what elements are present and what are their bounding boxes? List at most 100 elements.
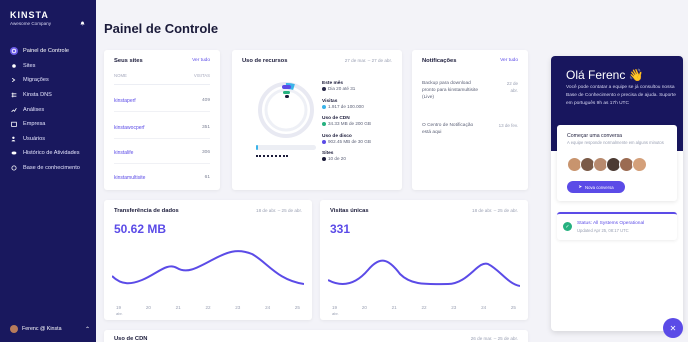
res-value: 34.33 MB de 200 GB bbox=[328, 121, 371, 126]
tick-label: 25 bbox=[510, 305, 516, 310]
tick-label: 22 bbox=[205, 305, 211, 310]
date-range: 26 de mar. – 25 de abr. bbox=[470, 336, 518, 341]
notification-item[interactable]: Backup para download pronto para kinstam… bbox=[422, 80, 518, 101]
table-row[interactable]: kinstamultisite 61 bbox=[114, 175, 210, 188]
brand-logo[interactable]: KINSTA bbox=[10, 10, 49, 20]
sidebar-item-label: Migrações bbox=[23, 77, 49, 84]
notifications-card: Notificações Ver tudo Backup para downlo… bbox=[412, 50, 528, 190]
site-name-link[interactable]: kinstawocperf bbox=[114, 125, 145, 131]
card-title: Visitas únicas bbox=[330, 208, 369, 214]
cdn-card: Uso de CDN 26 de mar. – 25 de abr. bbox=[104, 330, 528, 342]
card-title: Seus sites bbox=[114, 58, 143, 64]
res-value: Dia 20 até 31 bbox=[328, 86, 356, 91]
company-icon bbox=[10, 120, 18, 128]
sidebar-item-label: Histórico de Atividades bbox=[23, 150, 80, 157]
tick-label: 23 bbox=[451, 305, 457, 310]
notification-item[interactable]: O Centro de Notificação está aqui 13 de … bbox=[422, 122, 518, 136]
card-title: Transferência de dados bbox=[114, 208, 179, 214]
sidebar-item-label: Empresa bbox=[23, 121, 46, 128]
migrations-icon bbox=[10, 76, 18, 84]
table-row[interactable]: kinstawocperf 351 bbox=[114, 125, 210, 139]
resources-card: Uso de recursos 27 de mar. – 27 de abr. … bbox=[232, 50, 402, 190]
tick-label: 24 bbox=[265, 305, 271, 310]
site-visits: 61 bbox=[204, 175, 210, 180]
tick-label: 19 bbox=[332, 305, 338, 310]
avatar bbox=[10, 325, 18, 333]
sidebar-item-label: Painel de Controle bbox=[23, 48, 70, 55]
sidebar-item-analytics[interactable]: Análises bbox=[6, 102, 92, 117]
tick-label: 20 bbox=[145, 305, 151, 310]
site-visits: 409 bbox=[201, 98, 210, 103]
visits-value: 331 bbox=[330, 222, 351, 236]
send-icon: ➤ bbox=[578, 184, 582, 189]
visits-line-chart bbox=[328, 259, 520, 287]
sidebar-item-activity[interactable]: Histórico de Atividades bbox=[6, 146, 92, 161]
res-disk: Uso de disco 902.45 MB de 30 GB bbox=[322, 134, 371, 144]
site-name-link[interactable]: kinstaperf bbox=[114, 98, 136, 104]
chat-greeting: Olá Ferenc 👋 bbox=[566, 68, 644, 82]
analytics-icon bbox=[10, 106, 18, 114]
sidebar-item-users[interactable]: Usuários bbox=[6, 132, 92, 147]
transfer-card: Transferência de dados 18 de abr. – 25 d… bbox=[104, 200, 312, 320]
res-visits: Visitas 1.917 de 100.000 bbox=[322, 99, 364, 109]
x-axis: 19 20 21 22 23 24 25 bbox=[332, 305, 516, 310]
table-row[interactable]: kinstaperf 409 bbox=[114, 98, 210, 112]
x-axis: 19 20 21 22 23 24 25 bbox=[116, 305, 300, 310]
button-label: Nova conversa bbox=[584, 184, 614, 190]
site-name-link[interactable]: kinstamultisite bbox=[114, 175, 145, 181]
sites-view-all-link[interactable]: Ver tudo bbox=[192, 58, 210, 63]
page-title: Painel de Controle bbox=[104, 21, 219, 36]
sidebar-item-dashboard[interactable]: Painel de Controle bbox=[6, 44, 92, 59]
sidebar-item-sites[interactable]: Sites bbox=[6, 59, 92, 74]
notification-text: Backup para download pronto para kinstam… bbox=[422, 81, 478, 100]
transfer-value: 50.62 MB bbox=[114, 222, 167, 236]
chat-intro: Você pode contatar a equipe se já consul… bbox=[566, 85, 676, 106]
check-icon: ✓ bbox=[563, 222, 572, 231]
sidebar-item-company[interactable]: Empresa bbox=[6, 117, 92, 132]
card-title: Uso de recursos bbox=[242, 58, 288, 64]
tick-label: 25 bbox=[294, 305, 300, 310]
new-conversation-button[interactable]: ➤ Nova conversa bbox=[567, 181, 625, 193]
company-name[interactable]: Awesome Company bbox=[10, 21, 51, 26]
axis-month: abr. bbox=[116, 311, 123, 316]
close-chat-button[interactable]: ✕ bbox=[663, 318, 683, 338]
user-name: Ferenc @ Kinsta bbox=[22, 326, 62, 332]
sidebar-item-dns[interactable]: Kinsta DNS bbox=[6, 88, 92, 103]
progress-track bbox=[256, 145, 316, 150]
notifications-view-all-link[interactable]: Ver tudo bbox=[500, 58, 518, 63]
table-row[interactable]: kinstalife 306 bbox=[114, 150, 210, 164]
sites-card: Seus sites Ver tudo NOME VISITAS kinstap… bbox=[104, 50, 220, 190]
site-name-link[interactable]: kinstalife bbox=[114, 150, 133, 156]
sidebar-item-knowledge-base[interactable]: Base de conhecimento bbox=[6, 161, 92, 176]
date-range: 27 de mar. – 27 de abr. bbox=[344, 58, 392, 63]
tick-label: 24 bbox=[481, 305, 487, 310]
site-visits: 306 bbox=[201, 150, 210, 155]
visits-card: Visitas únicas 18 de abr. – 25 de abr. 3… bbox=[320, 200, 528, 320]
support-team-avatars bbox=[567, 157, 647, 172]
res-cdn: Uso de CDN 34.33 MB de 200 GB bbox=[322, 116, 371, 126]
card-title: Uso de CDN bbox=[114, 336, 148, 342]
dns-icon bbox=[10, 91, 18, 99]
dashboard-icon bbox=[10, 47, 18, 56]
activity-icon bbox=[10, 149, 18, 157]
sidebar-item-migrations[interactable]: Migrações bbox=[6, 73, 92, 88]
tick-label: 23 bbox=[235, 305, 241, 310]
site-visits: 351 bbox=[201, 125, 210, 130]
convo-subtitle: A equipe responde normalmente em alguns … bbox=[567, 140, 664, 145]
notification-bell-icon[interactable] bbox=[80, 21, 85, 26]
res-value: 1.917 de 100.000 bbox=[328, 104, 364, 109]
sidebar: KINSTA Awesome Company Painel de Control… bbox=[0, 0, 96, 342]
tick-label: 22 bbox=[421, 305, 427, 310]
res-value: 10 de 20 bbox=[328, 156, 346, 161]
chevron-up-icon: ⌃ bbox=[84, 326, 90, 333]
progress-dots bbox=[256, 154, 288, 157]
notification-date: 13 de fev. bbox=[498, 123, 518, 128]
sidebar-item-label: Kinsta DNS bbox=[23, 92, 52, 99]
sidebar-item-label: Usuários bbox=[23, 135, 46, 142]
user-menu[interactable]: Ferenc @ Kinsta ⌃ bbox=[10, 325, 90, 333]
system-status-card[interactable]: ✓ Status: All Systems Operational Update… bbox=[557, 212, 677, 240]
status-text: Status: All Systems Operational bbox=[577, 221, 645, 226]
column-header-visits: VISITAS bbox=[193, 73, 210, 78]
notification-text: O Centro de Notificação está aqui bbox=[422, 123, 474, 135]
close-icon: ✕ bbox=[669, 323, 677, 333]
